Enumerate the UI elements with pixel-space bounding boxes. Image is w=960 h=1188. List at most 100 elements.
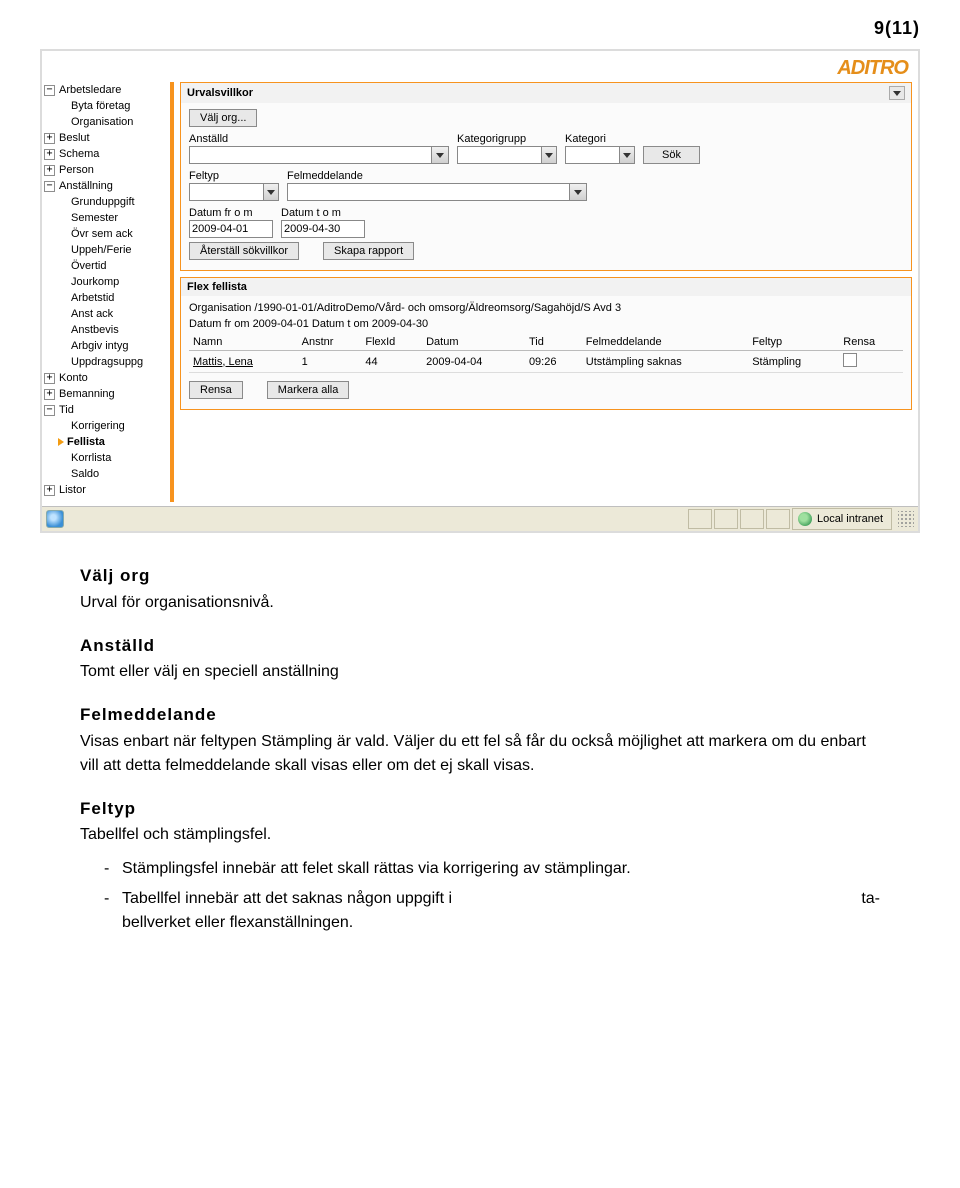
panel-fellista: Flex fellista Organisation /1990-01-01/A… (180, 277, 912, 410)
tree-item-bemanning[interactable]: + Bemanning (44, 386, 170, 402)
tree-item-uppeh-ferie[interactable]: Uppeh/Ferie (44, 242, 170, 258)
rensa-button[interactable]: Rensa (189, 381, 243, 399)
anstalld-input[interactable] (189, 146, 431, 164)
resize-grip-icon[interactable] (898, 511, 914, 527)
tree-item-anst-llning[interactable]: −Anställning (44, 178, 170, 194)
paragraph: Tomt eller välj en speciell anställning (80, 660, 880, 684)
tree-item-schema[interactable]: + Schema (44, 146, 170, 162)
tree-label: Byta företag (71, 100, 130, 112)
tree-label: Listor (59, 484, 86, 496)
tree-label: Schema (59, 148, 99, 160)
tree-label: Konto (59, 372, 88, 384)
collapse-icon[interactable]: − (44, 181, 55, 192)
tree-item-uppdragsuppg[interactable]: Uppdragsuppg (44, 354, 170, 370)
felmeddelande-input[interactable] (287, 183, 569, 201)
chevron-down-icon[interactable] (569, 183, 587, 201)
expand-icon[interactable]: + (44, 133, 55, 144)
kategorigrupp-input[interactable] (457, 146, 541, 164)
tree-item-grunduppgift[interactable]: Grunduppgift (44, 194, 170, 210)
cell-tid: 09:26 (525, 351, 582, 373)
aterstall-button[interactable]: Återställ sökvillkor (189, 242, 299, 260)
tree-item-tid[interactable]: −Tid (44, 402, 170, 418)
tree-item-jourkomp[interactable]: Jourkomp (44, 274, 170, 290)
zone-indicator: Local intranet (792, 508, 892, 530)
col-flexid[interactable]: FlexId (361, 334, 422, 351)
tree-item-korrlista[interactable]: Korrlista (44, 450, 170, 466)
col-datum[interactable]: Datum (422, 334, 525, 351)
chevron-down-icon[interactable] (263, 183, 279, 201)
expand-icon[interactable]: + (44, 149, 55, 160)
expand-icon[interactable]: + (44, 485, 55, 496)
col-feltyp[interactable]: Feltyp (748, 334, 839, 351)
tree-item-organisation[interactable]: Organisation (44, 114, 170, 130)
table-row[interactable]: Mattis, Lena 1 44 2009-04-04 09:26 Utstä… (189, 351, 903, 373)
chevron-down-icon[interactable] (541, 146, 557, 164)
tree-item-anst-ack[interactable]: Anst ack (44, 306, 170, 322)
expand-icon[interactable]: + (44, 373, 55, 384)
chevron-down-icon[interactable] (619, 146, 635, 164)
collapse-icon[interactable] (889, 86, 905, 100)
cell-namn[interactable]: Mattis, Lena (193, 356, 253, 368)
tree-label: Anställning (59, 180, 113, 192)
cell-anstnr: 1 (298, 351, 362, 373)
markera-alla-button[interactable]: Markera alla (267, 381, 350, 399)
collapse-icon[interactable]: − (44, 85, 55, 96)
tree-label: Semester (71, 212, 118, 224)
label-felmeddelande: Felmeddelande (287, 170, 587, 182)
status-cell (740, 509, 764, 529)
tree-label: Bemanning (59, 388, 115, 400)
tree-item-saldo[interactable]: Saldo (44, 466, 170, 482)
tree-item-listor[interactable]: + Listor (44, 482, 170, 498)
skapa-rapport-button[interactable]: Skapa rapport (323, 242, 414, 260)
tree-label: Person (59, 164, 94, 176)
feltyp-input[interactable] (189, 183, 263, 201)
tree-item--vr-sem-ack[interactable]: Övr sem ack (44, 226, 170, 242)
tree-item-semester[interactable]: Semester (44, 210, 170, 226)
label-datum-tom: Datum t o m (281, 207, 365, 219)
status-cell (766, 509, 790, 529)
col-anstnr[interactable]: Anstnr (298, 334, 362, 351)
tree-item-person[interactable]: + Person (44, 162, 170, 178)
datum-tom-input[interactable] (281, 220, 365, 238)
datum-from-input[interactable] (189, 220, 273, 238)
tree-item-arbetstid[interactable]: Arbetstid (44, 290, 170, 306)
tree-label: Anst ack (71, 308, 113, 320)
rensa-checkbox[interactable] (843, 353, 857, 367)
cell-flexid: 44 (361, 351, 422, 373)
panel-title: Flex fellista (187, 281, 247, 293)
col-rensa[interactable]: Rensa (839, 334, 903, 351)
status-cell (714, 509, 738, 529)
status-bar: Local intranet (42, 506, 918, 531)
document-text: Välj org Urval för organisationsnivå. An… (80, 563, 880, 935)
sok-button[interactable]: Sök (643, 146, 700, 164)
cell-felmed: Utstämpling saknas (582, 351, 748, 373)
zone-label: Local intranet (817, 513, 883, 525)
tree-item-konto[interactable]: + Konto (44, 370, 170, 386)
collapse-icon[interactable]: − (44, 405, 55, 416)
tree-item-korrigering[interactable]: Korrigering (44, 418, 170, 434)
label-anstalld: Anställd (189, 133, 449, 145)
expand-icon[interactable]: + (44, 389, 55, 400)
tree-label: Anstbevis (71, 324, 119, 336)
tree-item-fellista[interactable]: Fellista (44, 434, 170, 450)
col-felmeddelande[interactable]: Felmeddelande (582, 334, 748, 351)
tree-label: Organisation (71, 116, 133, 128)
chevron-down-icon[interactable] (431, 146, 449, 164)
expand-icon[interactable]: + (44, 165, 55, 176)
splitter[interactable] (170, 82, 174, 502)
kategori-input[interactable] (565, 146, 619, 164)
tree-item-arbetsledare[interactable]: −Arbetsledare (44, 82, 170, 98)
tree-item--vertid[interactable]: Övertid (44, 258, 170, 274)
panel-urvalsvillkor: Urvalsvillkor Välj org... Anställd (180, 82, 912, 271)
tree-item-arbgiv-intyg[interactable]: Arbgiv intyg (44, 338, 170, 354)
tree-item-anstbevis[interactable]: Anstbevis (44, 322, 170, 338)
tree-item-beslut[interactable]: +Beslut (44, 130, 170, 146)
col-namn[interactable]: Namn (189, 334, 298, 351)
valj-org-button[interactable]: Välj org... (189, 109, 257, 127)
tree-item-byta-f-retag[interactable]: Byta företag (44, 98, 170, 114)
col-tid[interactable]: Tid (525, 334, 582, 351)
label-kategorigrupp: Kategorigrupp (457, 133, 557, 145)
paragraph: Visas enbart när feltypen Stämpling är v… (80, 730, 880, 778)
app-window: ADITRO −ArbetsledareByta företagOrganisa… (40, 49, 920, 533)
tree-label: Korrlista (71, 452, 111, 464)
